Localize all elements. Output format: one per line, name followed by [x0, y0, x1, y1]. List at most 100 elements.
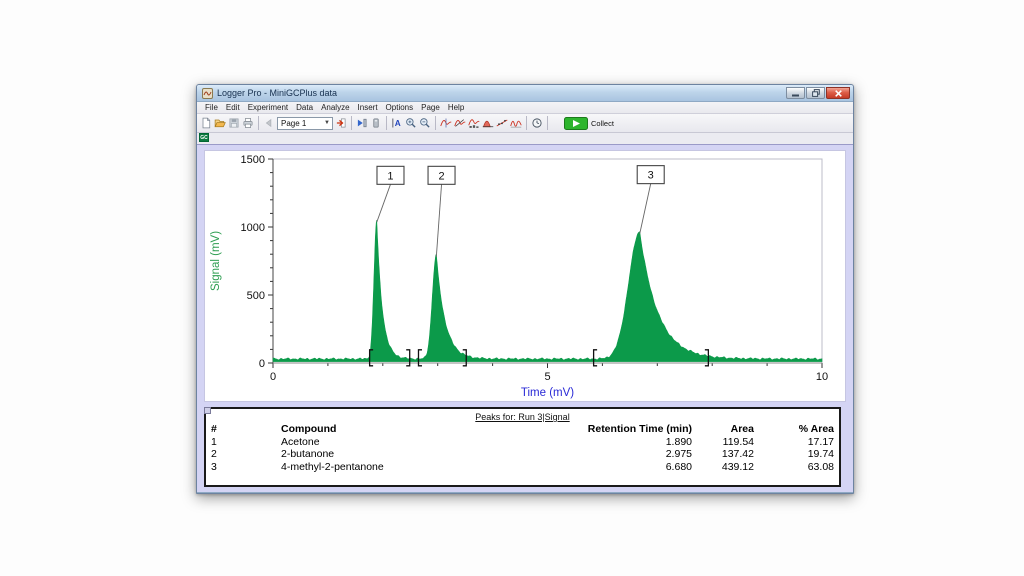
statistics-icon: [468, 116, 480, 130]
save-button[interactable]: [227, 115, 241, 131]
print-button[interactable]: [241, 115, 255, 131]
toolbar-separator: [351, 116, 352, 130]
toolbar: Page 1 ▼: [197, 114, 853, 133]
page-selector[interactable]: Page 1 ▼: [277, 117, 333, 130]
autoscale-icon: A: [391, 116, 403, 130]
menu-item-page[interactable]: Page: [417, 102, 444, 114]
table-cell: 3: [211, 461, 281, 474]
minimize-button[interactable]: [786, 87, 805, 99]
minimize-icon: [792, 90, 799, 97]
menu-item-data[interactable]: Data: [292, 102, 317, 114]
title-bar[interactable]: Logger Pro - MiniGCPlus data: [197, 85, 853, 102]
menu-item-file[interactable]: File: [201, 102, 222, 114]
tangent-icon: [454, 116, 466, 130]
sensor-icon: [370, 116, 382, 130]
peaks-table-title: Peaks for: Run 3|Signal: [206, 412, 839, 422]
print-icon: [242, 116, 254, 130]
app-icon: [202, 88, 213, 99]
peak-label: 2: [438, 170, 444, 182]
svg-text:A: A: [395, 119, 401, 128]
y-tick-label: 0: [259, 358, 265, 370]
menu-item-analyze[interactable]: Analyze: [317, 102, 353, 114]
toolbar-separator: [547, 116, 548, 130]
y-axis-label: Signal (mV): [210, 231, 222, 291]
new-document-icon: [200, 116, 212, 130]
model-button[interactable]: [509, 115, 523, 131]
menu-item-help[interactable]: Help: [444, 102, 468, 114]
close-button[interactable]: [826, 87, 850, 99]
page-area: 0500100015000510123Signal (mV)Time (mV) …: [197, 144, 853, 493]
table-cell: 6.680: [534, 461, 692, 474]
zoom-out-icon: [419, 116, 431, 130]
statistics-button[interactable]: [467, 115, 481, 131]
autoscale-button[interactable]: A: [390, 115, 404, 131]
plot-area: [273, 159, 822, 363]
next-page-button[interactable]: [334, 115, 348, 131]
x-tick-label: 0: [270, 371, 276, 383]
save-icon: [228, 116, 240, 130]
chromatogram-graph[interactable]: 0500100015000510123Signal (mV)Time (mV): [204, 150, 846, 402]
data-collection-button[interactable]: [530, 115, 544, 131]
collect-label: Collect: [591, 119, 614, 128]
desktop: Logger Pro - MiniGCPlus data: [0, 0, 1024, 576]
chromatogram-svg[interactable]: 0500100015000510123Signal (mV)Time (mV): [205, 151, 845, 401]
examine-button[interactable]: [439, 115, 453, 131]
compound-cell: 4-methyl-2-pentanone: [281, 461, 534, 474]
table-cell: 19.74: [754, 448, 834, 461]
zoom-in-icon: [405, 116, 417, 130]
menu-item-insert[interactable]: Insert: [354, 102, 382, 114]
zoom-out-button[interactable]: [418, 115, 432, 131]
menu-item-options[interactable]: Options: [382, 102, 418, 114]
x-tick-label: 5: [544, 371, 550, 383]
menu-item-edit[interactable]: Edit: [222, 102, 244, 114]
open-folder-icon: [214, 116, 226, 130]
x-axis-label: Time (mV): [521, 387, 574, 399]
table-cell: 63.08: [754, 461, 834, 474]
peak-label: 3: [648, 170, 654, 182]
y-tick-label: 1000: [241, 222, 265, 234]
toolbar-separator: [435, 116, 436, 130]
restore-button[interactable]: [806, 87, 825, 99]
gc-window-tab[interactable]: GC: [199, 133, 209, 142]
peaks-table[interactable]: Peaks for: Run 3|Signal #CompoundRetenti…: [204, 407, 841, 487]
page-selector-value: Page 1: [281, 119, 306, 128]
column-header: Compound: [281, 423, 534, 436]
table-cell: 137.42: [692, 448, 754, 461]
table-cell: 2.975: [534, 448, 692, 461]
menu-bar: FileEditExperimentDataAnalyzeInsertOptio…: [197, 102, 853, 114]
next-page-icon: [335, 116, 347, 130]
table-cell: 439.12: [692, 461, 754, 474]
logger-pro-window: Logger Pro - MiniGCPlus data: [196, 84, 854, 494]
integral-button[interactable]: [481, 115, 495, 131]
table-cell: 1: [211, 436, 281, 449]
collect-button[interactable]: Collect: [561, 115, 619, 132]
previous-page-button[interactable]: [262, 115, 276, 131]
toolbar-separator: [258, 116, 259, 130]
y-tick-label: 500: [247, 290, 265, 302]
close-icon: [835, 90, 842, 97]
column-header: % Area: [754, 423, 834, 436]
table-handle-icon[interactable]: [204, 407, 211, 414]
new-document-button[interactable]: [199, 115, 213, 131]
integral-icon: [482, 116, 494, 130]
chevron-down-icon: ▼: [324, 120, 332, 126]
collect-play-icon: [564, 117, 588, 130]
table-cell: 2: [211, 448, 281, 461]
sensor-button[interactable]: [369, 115, 383, 131]
curve-fit-icon: [496, 116, 508, 130]
column-header: #: [211, 423, 281, 436]
data-table-button[interactable]: [355, 115, 369, 131]
curve-fit-button[interactable]: [495, 115, 509, 131]
tangent-button[interactable]: [453, 115, 467, 131]
examine-icon: [440, 116, 452, 130]
menu-item-experiment[interactable]: Experiment: [244, 102, 292, 114]
table-cell: 17.17: [754, 436, 834, 449]
data-table-icon: [356, 116, 368, 130]
table-cell: 119.54: [692, 436, 754, 449]
toolbar-separator: [386, 116, 387, 130]
compound-cell: 2-butanone: [281, 448, 534, 461]
y-tick-label: 1500: [241, 154, 265, 166]
zoom-in-button[interactable]: [404, 115, 418, 131]
peaks-table-grid: #CompoundRetention Time (min)Area% Area1…: [206, 422, 839, 473]
open-file-button[interactable]: [213, 115, 227, 131]
